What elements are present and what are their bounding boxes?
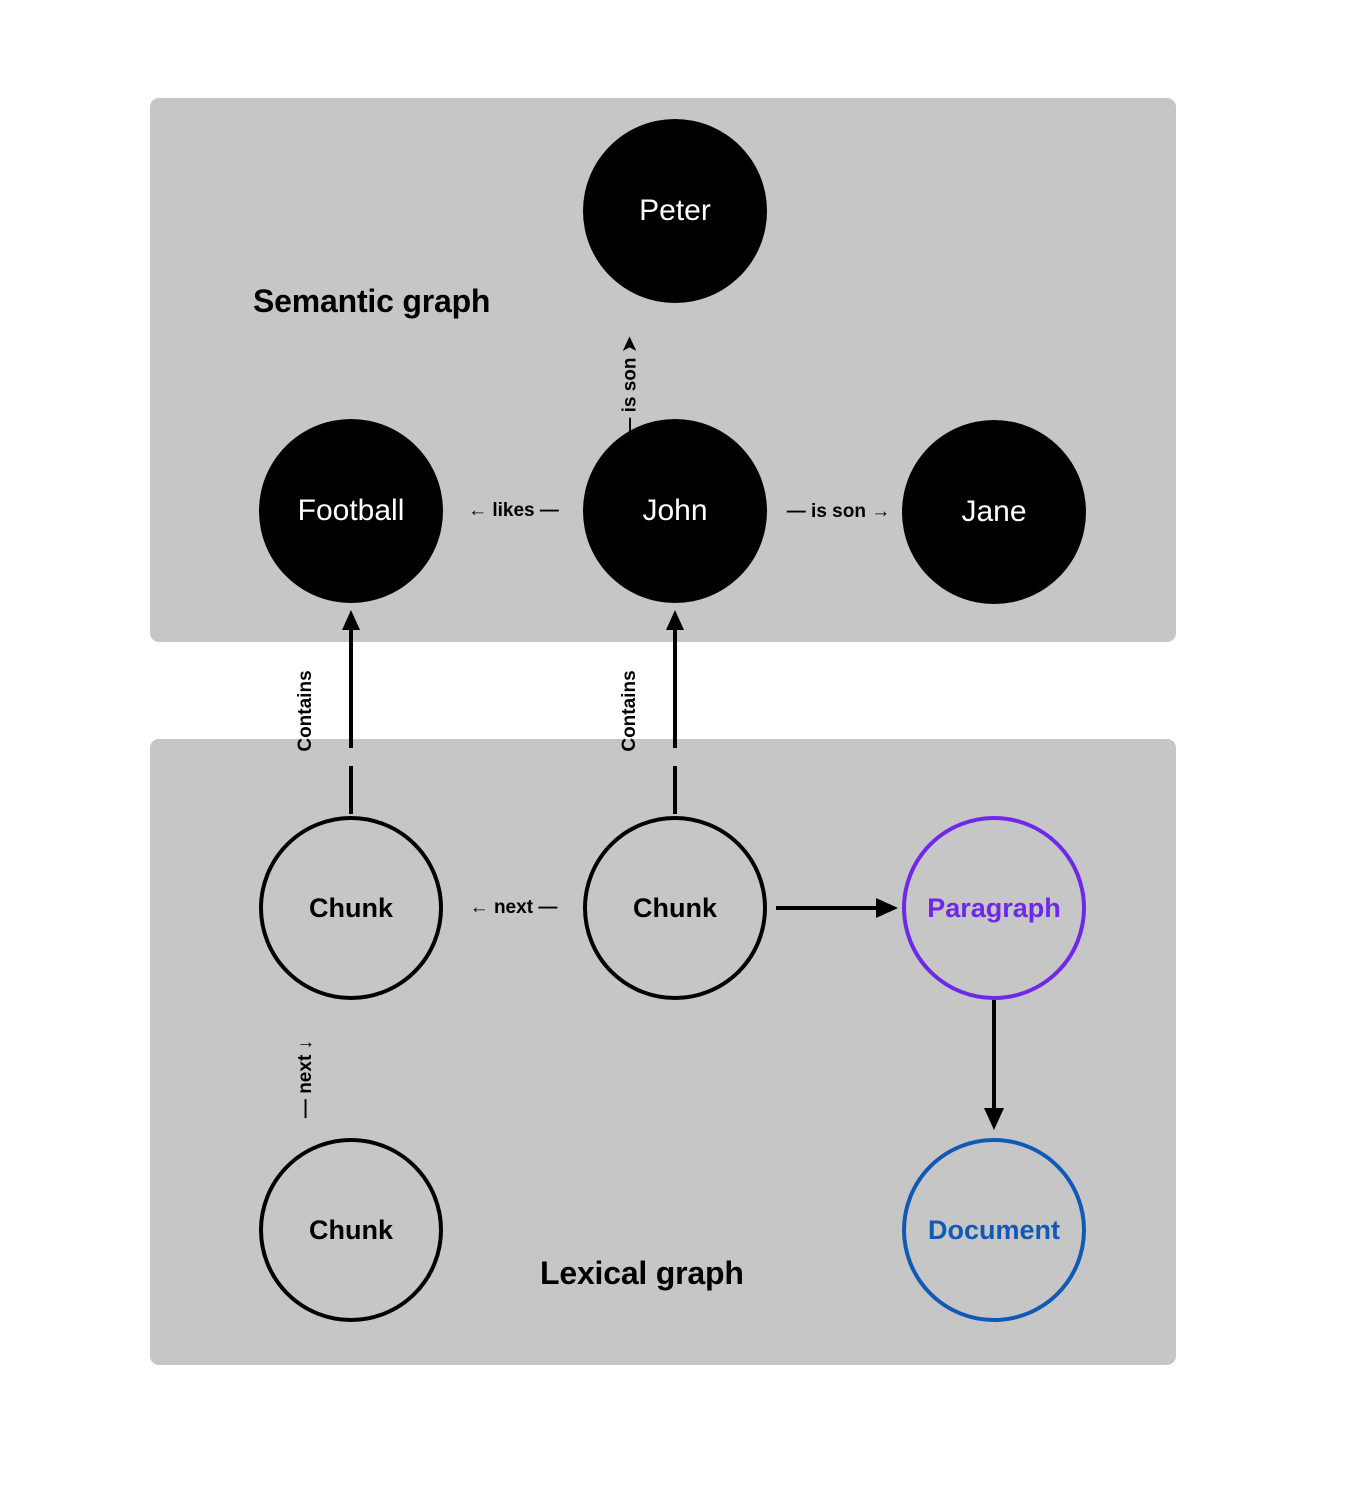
node-chunk-1-label: Chunk bbox=[309, 892, 393, 923]
edge-dash-prefix: — bbox=[295, 1099, 316, 1119]
node-jane-label: Jane bbox=[961, 495, 1027, 528]
node-football[interactable]: Football bbox=[259, 419, 443, 603]
edge-dash-suffix: — bbox=[539, 500, 559, 521]
node-chunk-3[interactable]: Chunk bbox=[259, 1138, 443, 1322]
node-paragraph-label: Paragraph bbox=[927, 892, 1061, 923]
next-edge-left-label: ← next — bbox=[451, 897, 576, 919]
node-chunk-3-label: Chunk bbox=[309, 1214, 393, 1245]
contains-edge-left-label: Contains bbox=[295, 670, 316, 752]
edge-arrow-prefix: ← bbox=[468, 500, 488, 521]
node-john[interactable]: John bbox=[583, 419, 767, 603]
node-jane[interactable]: Jane bbox=[902, 420, 1086, 604]
node-peter-label: Peter bbox=[639, 194, 711, 227]
lexical-graph-title: Lexical graph bbox=[540, 1255, 744, 1291]
next-edge-down-label: — next ↓ bbox=[295, 1024, 317, 1134]
edge-text: next bbox=[295, 1054, 316, 1094]
edge-text: is son bbox=[619, 357, 641, 413]
edge-arrow-prefix: ← bbox=[469, 897, 489, 918]
edge-arrow-suffix: → bbox=[871, 501, 891, 522]
contains-edge-right-label: Contains bbox=[619, 670, 640, 752]
edge-arrow-suffix: ➤ bbox=[619, 336, 641, 353]
contains-edge-right-tail bbox=[673, 766, 677, 814]
likes-edge-label: ← likes — bbox=[451, 500, 576, 522]
edge-arrow-suffix: ↓ bbox=[295, 1039, 316, 1050]
node-chunk-1[interactable]: Chunk bbox=[259, 816, 443, 1000]
is-son-edge-up-label: — is son ➤ bbox=[619, 332, 642, 442]
node-football-label: Football bbox=[297, 494, 405, 527]
node-peter[interactable]: Peter bbox=[583, 119, 767, 303]
node-document-label: Document bbox=[927, 1214, 1060, 1245]
node-paragraph[interactable]: Paragraph bbox=[902, 816, 1086, 1000]
chunk-to-paragraph-arrow bbox=[776, 898, 898, 918]
paragraph-to-document-arrow bbox=[984, 1000, 1004, 1130]
node-john-label: John bbox=[642, 494, 708, 527]
edge-text: likes bbox=[492, 500, 535, 521]
edge-dash-prefix: — bbox=[786, 501, 806, 522]
edge-text: is son bbox=[811, 501, 866, 522]
node-chunk-2-label: Chunk bbox=[633, 892, 717, 923]
diagram-canvas: Contains Contains Semantic graph — is so… bbox=[0, 0, 1350, 1500]
node-chunk-2[interactable]: Chunk bbox=[583, 816, 767, 1000]
node-document[interactable]: Document bbox=[902, 1138, 1086, 1322]
contains-edge-left-tail bbox=[349, 766, 353, 814]
edge-dash-suffix: — bbox=[538, 897, 558, 918]
semantic-graph-title: Semantic graph bbox=[253, 283, 491, 319]
is-son-edge-right-label: — is son → bbox=[776, 501, 901, 523]
edge-text: next bbox=[493, 897, 534, 918]
